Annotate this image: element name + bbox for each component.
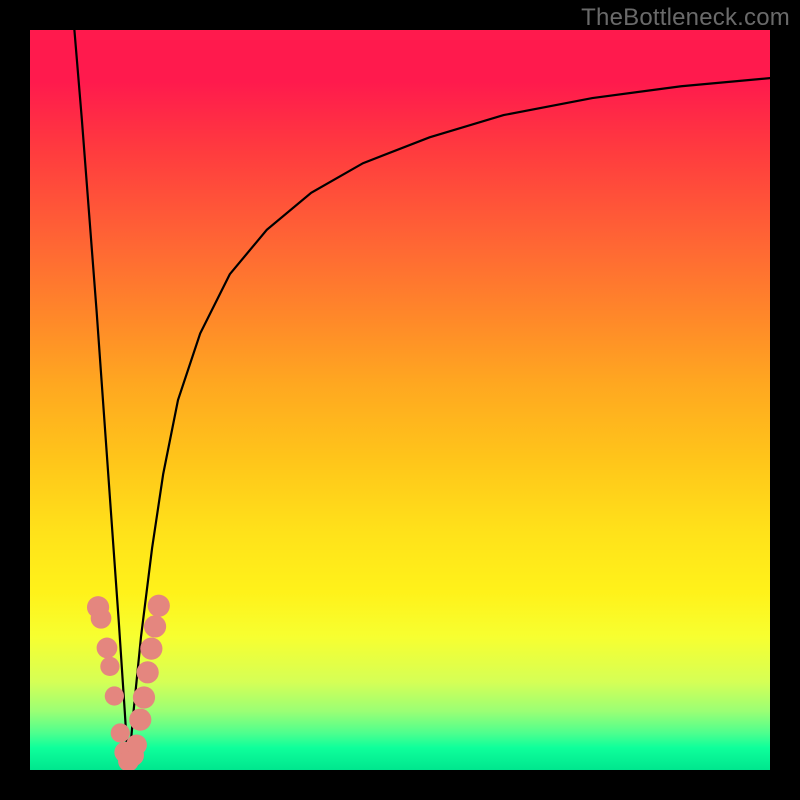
- data-dot: [133, 686, 155, 708]
- data-dot: [111, 723, 130, 742]
- data-dot: [91, 608, 112, 629]
- data-dot: [148, 595, 170, 617]
- plot-area: [30, 30, 770, 770]
- chart-frame: TheBottleneck.com: [0, 0, 800, 800]
- attribution-watermark: TheBottleneck.com: [581, 4, 790, 32]
- data-dot: [105, 686, 124, 705]
- data-dot: [100, 657, 119, 676]
- data-dot: [126, 734, 147, 755]
- data-dot: [129, 709, 151, 731]
- dot-cluster: [87, 595, 170, 770]
- curve-left-branch: [74, 30, 128, 770]
- data-dot: [140, 638, 162, 660]
- curve-right-branch: [128, 78, 770, 770]
- data-dot: [144, 615, 166, 637]
- curves-layer: [30, 30, 770, 770]
- data-dot: [97, 638, 118, 659]
- data-dot: [137, 661, 159, 683]
